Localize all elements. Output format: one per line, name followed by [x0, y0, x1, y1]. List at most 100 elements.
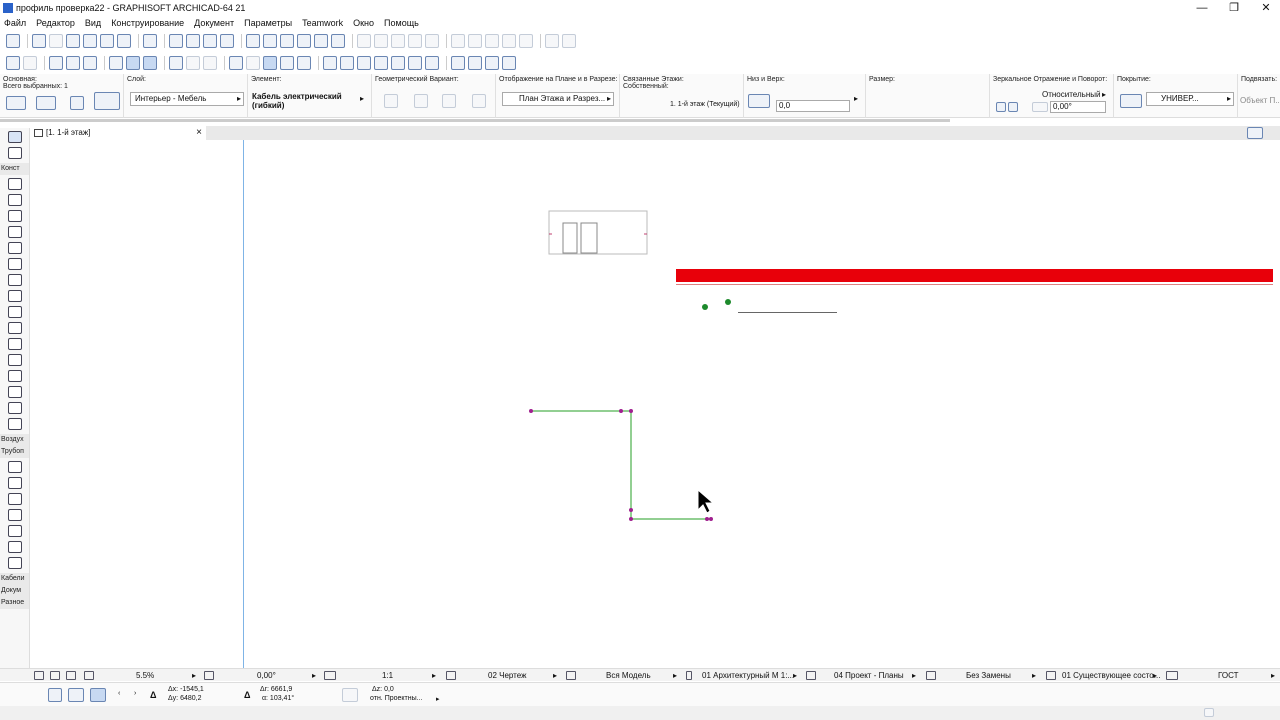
- equalize-icon[interactable]: [519, 34, 533, 48]
- object-tool-icon[interactable]: [8, 386, 22, 398]
- align-right-icon[interactable]: [391, 34, 405, 48]
- fillet-icon[interactable]: [117, 34, 131, 48]
- undo-icon[interactable]: [6, 56, 20, 70]
- infobox-scrollbar[interactable]: [0, 119, 950, 122]
- delta-r-value[interactable]: Δr: 6661,9: [260, 686, 292, 693]
- pick-up-icon[interactable]: [49, 56, 63, 70]
- zoom-in-icon[interactable]: [66, 671, 76, 680]
- group-icon[interactable]: [169, 34, 183, 48]
- view-angle-value[interactable]: 0,00°: [257, 670, 276, 681]
- menu-window[interactable]: Окно: [353, 18, 374, 28]
- mvo-chevron-icon[interactable]: ▸: [912, 669, 916, 682]
- bottom-offset-input[interactable]: 0,0: [776, 100, 850, 112]
- redo-icon[interactable]: [23, 56, 37, 70]
- pen-set-value[interactable]: 01 Архитектурный М 1:...: [702, 670, 794, 681]
- morph-tool-icon[interactable]: [8, 370, 22, 382]
- rotate-copy-icon[interactable]: [280, 34, 294, 48]
- nav-right-icon[interactable]: ›: [134, 690, 136, 697]
- menu-edit[interactable]: Редактор: [36, 18, 75, 28]
- structure-display-value[interactable]: Вся Модель: [606, 670, 651, 681]
- lock-icon[interactable]: [220, 34, 234, 48]
- explode-icon[interactable]: [143, 34, 157, 48]
- beam-tool-icon[interactable]: [8, 242, 22, 254]
- wall-tool-icon[interactable]: [8, 178, 22, 190]
- furniture-object[interactable]: [548, 210, 648, 255]
- trim-icon[interactable]: [49, 34, 63, 48]
- geometry-spline-icon[interactable]: [472, 94, 486, 108]
- renovation-filter-value[interactable]: 01 Существующее состо...: [1062, 670, 1160, 681]
- navigator-icon[interactable]: [1247, 127, 1263, 139]
- ungroup-icon[interactable]: [186, 34, 200, 48]
- align-top-icon[interactable]: [408, 34, 422, 48]
- corner-icon[interactable]: [374, 56, 388, 70]
- geometry-straight-icon[interactable]: [384, 94, 398, 108]
- pipe-tool-icon[interactable]: [8, 461, 22, 473]
- minimize-button[interactable]: —: [1186, 0, 1218, 16]
- stretch-icon[interactable]: [357, 56, 371, 70]
- menu-design[interactable]: Конструирование: [111, 18, 184, 28]
- route-node[interactable]: [629, 409, 633, 413]
- route-node[interactable]: [619, 409, 623, 413]
- scale-value[interactable]: 1:1: [382, 670, 393, 681]
- layer-select[interactable]: Интерьер - Мебель: [130, 92, 244, 106]
- drag-icon[interactable]: [263, 34, 277, 48]
- resize-icon[interactable]: [408, 56, 422, 70]
- geometry-method-icon[interactable]: [90, 688, 106, 702]
- pipe-route-icon[interactable]: [94, 92, 120, 110]
- eyedropper-icon[interactable]: [83, 56, 97, 70]
- zoom-chevron-icon[interactable]: ▸: [192, 669, 196, 682]
- toolbox-group-design[interactable]: Конст: [0, 163, 29, 175]
- undo-zoom-icon[interactable]: [34, 671, 44, 680]
- elevation-ref-icon[interactable]: [342, 688, 358, 702]
- toolbox-group-pipework[interactable]: Трубоп: [0, 446, 29, 458]
- pipe-terminal-tool-icon[interactable]: [8, 557, 22, 569]
- tab-close-icon[interactable]: ×: [196, 126, 202, 140]
- geometry-arc-icon[interactable]: [414, 94, 428, 108]
- snap-guides-icon[interactable]: [126, 56, 140, 70]
- selection-icon[interactable]: [36, 96, 56, 110]
- mirror-chevron-icon[interactable]: ▸: [1102, 90, 1106, 99]
- rotate-view-icon[interactable]: [204, 671, 214, 680]
- hotspot-dot[interactable]: [725, 299, 731, 305]
- guide-lines-icon[interactable]: [109, 56, 123, 70]
- compare-icon[interactable]: [280, 56, 294, 70]
- snap-points-icon[interactable]: [143, 56, 157, 70]
- restore-button[interactable]: ❐: [1218, 0, 1250, 16]
- dimension-standard-value[interactable]: ГОСТ: [1218, 670, 1239, 681]
- teamwork-icon[interactable]: [6, 34, 20, 48]
- intersect-icon[interactable]: [100, 34, 114, 48]
- layers-icon[interactable]: [451, 56, 465, 70]
- rotation-angle-input[interactable]: 0,00°: [1050, 101, 1106, 113]
- mirror-x-icon[interactable]: [996, 102, 1006, 112]
- pen-sets-icon[interactable]: [468, 56, 482, 70]
- route-node[interactable]: [629, 517, 633, 521]
- order-icon[interactable]: [545, 34, 559, 48]
- magic-wand-icon[interactable]: [32, 34, 46, 48]
- cancel-input-icon[interactable]: [48, 688, 62, 702]
- menu-view[interactable]: Вид: [85, 18, 101, 28]
- floor-plan-canvas[interactable]: [30, 140, 1280, 668]
- cover-select[interactable]: УНИВЕР...: [1146, 92, 1234, 106]
- door-tool-icon[interactable]: [8, 210, 22, 222]
- plan-drawing[interactable]: [30, 140, 1280, 668]
- space-icon[interactable]: [485, 34, 499, 48]
- close-button[interactable]: ✕: [1250, 0, 1280, 16]
- roof-tool-icon[interactable]: [8, 306, 22, 318]
- menu-file[interactable]: Файл: [4, 18, 26, 28]
- delta-angle-value[interactable]: α: 103,41°: [262, 695, 294, 702]
- route-node[interactable]: [629, 508, 633, 512]
- structure-chevron-icon[interactable]: ▸: [673, 669, 677, 682]
- column-tool-icon[interactable]: [8, 194, 22, 206]
- route-node[interactable]: [529, 409, 533, 413]
- red-cable-element[interactable]: [676, 269, 1273, 285]
- reference-icon[interactable]: [263, 56, 277, 70]
- delta-y-value[interactable]: Δy: 6480,2: [168, 695, 201, 702]
- geometry-chain-icon[interactable]: [442, 94, 456, 108]
- window-tool-icon[interactable]: [8, 226, 22, 238]
- hotspot-dot[interactable]: [702, 304, 708, 310]
- arrow-tool-icon[interactable]: [8, 131, 22, 143]
- zoom-value[interactable]: 5.5%: [136, 670, 154, 681]
- delta-z-value[interactable]: Δz: 0,0: [372, 686, 394, 693]
- eye-icon[interactable]: [502, 56, 516, 70]
- home-icon[interactable]: [331, 34, 345, 48]
